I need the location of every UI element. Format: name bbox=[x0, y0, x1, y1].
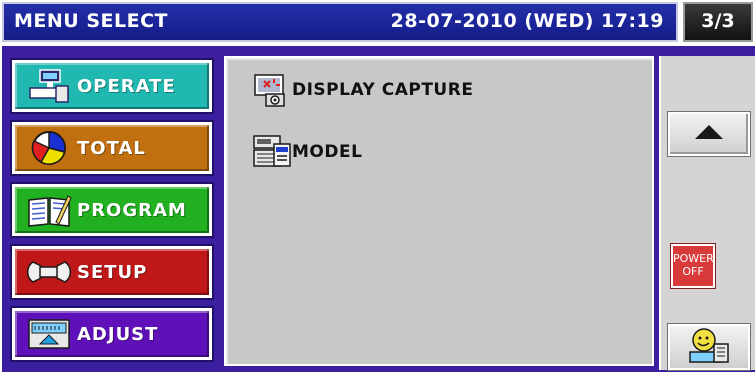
operator-button[interactable] bbox=[667, 323, 751, 371]
wrench-icon bbox=[25, 253, 73, 291]
right-panel: POWER OFF bbox=[659, 56, 755, 371]
model-label: MODEL bbox=[292, 142, 363, 162]
operator-icon bbox=[684, 326, 734, 368]
adjust-button[interactable]: ADJUST bbox=[10, 306, 214, 362]
display-capture-label: DISPLAY CAPTURE bbox=[292, 80, 474, 100]
title-bar: MENU SELECT 28-07-2010 (WED) 17:19 3/3 bbox=[0, 0, 755, 44]
display-capture-item[interactable]: DISPLAY CAPTURE bbox=[252, 70, 473, 110]
sidebar: OPERATE TOTAL PROGRAM SETUP ADJUST bbox=[8, 50, 214, 368]
model-item[interactable]: MODEL bbox=[252, 132, 362, 172]
power-off-button[interactable]: POWER OFF bbox=[670, 243, 716, 289]
title-panel: MENU SELECT 28-07-2010 (WED) 17:19 bbox=[2, 2, 678, 42]
pie-chart-icon bbox=[25, 129, 73, 167]
program-label: PROGRAM bbox=[77, 199, 187, 221]
program-button[interactable]: PROGRAM bbox=[10, 182, 214, 238]
scale-icon bbox=[25, 315, 73, 353]
total-label: TOTAL bbox=[77, 137, 146, 159]
register-icon bbox=[25, 67, 73, 105]
up-arrow-icon bbox=[694, 124, 724, 144]
display-camera-icon bbox=[252, 72, 292, 108]
off-label: OFF bbox=[682, 265, 704, 278]
adjust-label: ADJUST bbox=[77, 323, 159, 345]
datetime-display: 28-07-2010 (WED) 17:19 bbox=[390, 10, 664, 32]
book-icon bbox=[25, 191, 73, 229]
main-frame: OPERATE TOTAL PROGRAM SETUP ADJUST DISPL… bbox=[2, 46, 755, 372]
operate-label: OPERATE bbox=[77, 75, 176, 97]
content-panel: DISPLAY CAPTURE MODEL bbox=[224, 56, 654, 366]
model-printer-icon bbox=[252, 134, 292, 170]
scroll-up-button[interactable] bbox=[667, 111, 751, 157]
total-button[interactable]: TOTAL bbox=[10, 120, 214, 176]
page-indicator: 3/3 bbox=[683, 2, 753, 42]
setup-label: SETUP bbox=[77, 261, 148, 283]
setup-button[interactable]: SETUP bbox=[10, 244, 214, 300]
power-label: POWER bbox=[673, 252, 714, 265]
operate-button[interactable]: OPERATE bbox=[10, 58, 214, 114]
page-title: MENU SELECT bbox=[14, 10, 168, 32]
